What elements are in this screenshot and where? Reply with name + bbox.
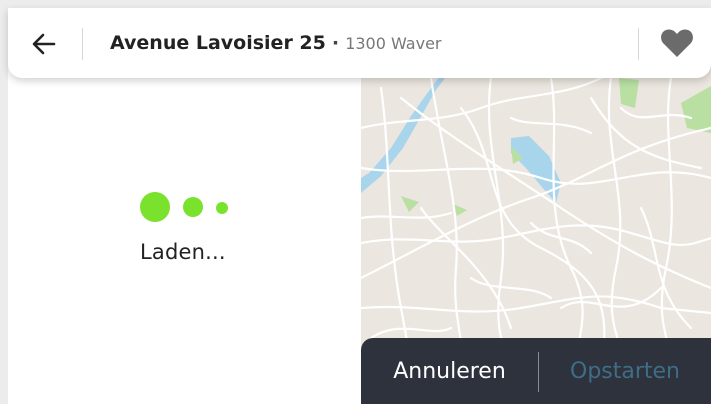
heart-icon [661, 29, 693, 57]
header-divider [82, 28, 83, 60]
park-shape [681, 86, 711, 133]
start-button[interactable]: Opstarten [539, 338, 711, 404]
action-bar: Annuleren Opstarten [361, 338, 711, 404]
loading-dot-large [140, 192, 170, 222]
arrow-left-icon [32, 33, 56, 55]
city-name: 1300 Waver [345, 34, 442, 53]
cancel-button[interactable]: Annuleren [361, 338, 538, 404]
loading-text: Laden... [140, 240, 226, 264]
loading-dot-small [216, 202, 228, 214]
street-name: Avenue Lavoisier 25 [110, 32, 326, 54]
park-shape [401, 196, 419, 212]
header-divider [638, 28, 639, 60]
favorite-button[interactable] [660, 28, 694, 58]
river-shape [361, 68, 451, 193]
header-bar: Avenue Lavoisier 25 · 1300 Waver [8, 8, 711, 78]
loading-indicator [140, 192, 260, 222]
address-separator: · [331, 32, 340, 54]
back-button[interactable] [30, 30, 58, 58]
address-title: Avenue Lavoisier 25 · 1300 Waver [110, 32, 441, 54]
loading-dot-medium [183, 197, 203, 217]
park-shape [619, 78, 639, 108]
